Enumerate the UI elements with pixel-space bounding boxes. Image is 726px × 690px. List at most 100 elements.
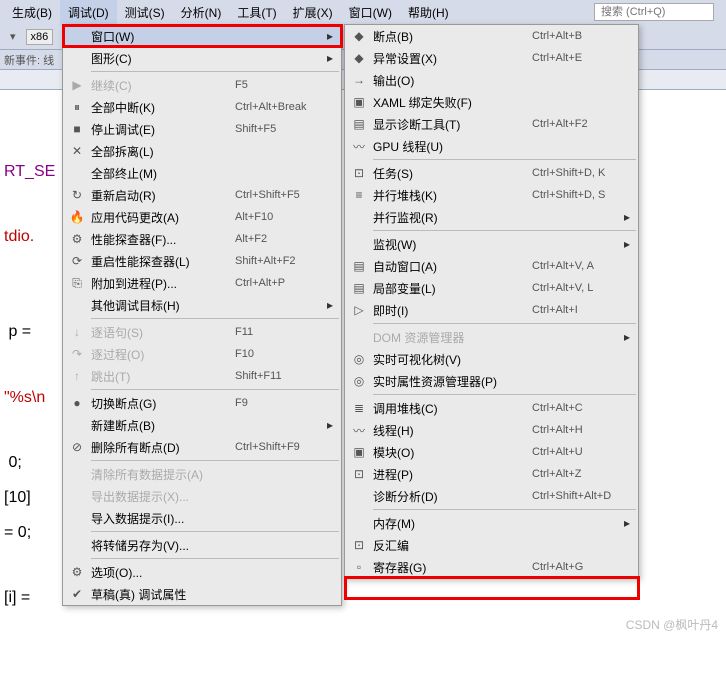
menu-item-shortcut: Ctrl+Alt+Break bbox=[235, 101, 325, 113]
code-editor[interactable]: RT_SE tdio. p = "%s\n 0; [10] = 0; [i] = bbox=[0, 90, 65, 690]
menu-item-label: 将转储另存为(V)... bbox=[87, 537, 235, 554]
menu-item[interactable]: 图形(C)▸ bbox=[63, 47, 341, 69]
menu-item-label: 重启性能探查器(L) bbox=[87, 253, 235, 270]
menu-item[interactable]: 内存(M)▸ bbox=[345, 512, 638, 534]
menu-item[interactable]: ◆断点(B)Ctrl+Alt+B bbox=[345, 25, 638, 47]
menu-item-label: 逐语句(S) bbox=[87, 324, 235, 341]
code-line: 0; bbox=[4, 445, 61, 480]
menu-item-label: 新建断点(B) bbox=[87, 417, 235, 434]
menu-help[interactable]: 帮助(H) bbox=[400, 0, 457, 25]
menu-item: ▶继续(C)F5 bbox=[63, 74, 341, 96]
menu-item-label: GPU 线程(U) bbox=[369, 138, 532, 155]
submenu-arrow-icon: ▸ bbox=[325, 298, 335, 312]
menu-item[interactable]: ⊡任务(S)Ctrl+Shift+D, K bbox=[345, 162, 638, 184]
code-line: RT_SE bbox=[4, 154, 61, 189]
menu-item[interactable]: ◎实时可视化树(V) bbox=[345, 348, 638, 370]
code-line: tdio. bbox=[4, 219, 61, 254]
menu-item-shortcut: Ctrl+Alt+P bbox=[235, 277, 325, 289]
menu-item-label: 内存(M) bbox=[369, 515, 532, 532]
menu-item[interactable]: →输出(O) bbox=[345, 69, 638, 91]
menu-item-icon: 🔥 bbox=[67, 210, 87, 224]
menu-item[interactable]: 🔥应用代码更改(A)Alt+F10 bbox=[63, 206, 341, 228]
search-input[interactable] bbox=[594, 3, 714, 21]
menu-item[interactable]: ⚙选项(O)... bbox=[63, 561, 341, 583]
menu-item[interactable]: ⟳重启性能探查器(L)Shift+Alt+F2 bbox=[63, 250, 341, 272]
menu-build[interactable]: 生成(B) bbox=[4, 0, 60, 25]
menu-item-label: 切换断点(G) bbox=[87, 395, 235, 412]
menu-item-label: 模块(O) bbox=[369, 444, 532, 461]
menu-item[interactable]: ⊘删除所有断点(D)Ctrl+Shift+F9 bbox=[63, 436, 341, 458]
menu-item[interactable]: 诊断分析(D)Ctrl+Shift+Alt+D bbox=[345, 485, 638, 507]
menu-item-shortcut: Alt+F10 bbox=[235, 211, 325, 223]
menu-item-icon: ▤ bbox=[349, 281, 369, 295]
menu-window[interactable]: 窗口(W) bbox=[341, 0, 400, 25]
menu-item-label: 输出(O) bbox=[369, 72, 532, 89]
menu-test[interactable]: 测试(S) bbox=[117, 0, 173, 25]
menu-item-label: 实时可视化树(V) bbox=[369, 351, 532, 368]
menu-item-icon: ↑ bbox=[67, 369, 87, 383]
menu-item-icon: ↻ bbox=[67, 188, 87, 202]
menu-item[interactable]: ⎘附加到进程(P)...Ctrl+Alt+P bbox=[63, 272, 341, 294]
menu-tools[interactable]: 工具(T) bbox=[229, 0, 284, 25]
menu-item[interactable]: ▤显示诊断工具(T)Ctrl+Alt+F2 bbox=[345, 113, 638, 135]
menu-item[interactable]: ⚙性能探查器(F)...Alt+F2 bbox=[63, 228, 341, 250]
menu-item-icon: → bbox=[349, 73, 369, 87]
toolbar-dropdown-arrow-icon[interactable]: ▾ bbox=[4, 28, 22, 45]
menu-item-label: 并行监视(R) bbox=[369, 209, 532, 226]
menu-item[interactable]: 〰线程(H)Ctrl+Alt+H bbox=[345, 419, 638, 441]
menu-item[interactable]: ▣XAML 绑定失败(F) bbox=[345, 91, 638, 113]
menu-item[interactable]: ■停止调试(E)Shift+F5 bbox=[63, 118, 341, 140]
menu-item[interactable]: ⏸全部中断(K)Ctrl+Alt+Break bbox=[63, 96, 341, 118]
menu-item-icon: ⚙ bbox=[67, 232, 87, 246]
menu-item[interactable]: ▤自动窗口(A)Ctrl+Alt+V, A bbox=[345, 255, 638, 277]
menu-item[interactable]: 并行监视(R)▸ bbox=[345, 206, 638, 228]
menu-item-label: 草稿(真) 调试属性 bbox=[87, 586, 235, 603]
menu-item-icon: ◆ bbox=[349, 51, 369, 65]
menu-item[interactable]: 其他调试目标(H)▸ bbox=[63, 294, 341, 316]
submenu-arrow-icon: ▸ bbox=[622, 330, 632, 344]
menu-item-label: XAML 绑定失败(F) bbox=[369, 94, 532, 111]
menu-item-label: 进程(P) bbox=[369, 466, 532, 483]
menu-item[interactable]: ●切换断点(G)F9 bbox=[63, 392, 341, 414]
menu-item[interactable]: ⊡反汇编 bbox=[345, 534, 638, 556]
menu-item[interactable]: 全部终止(M) bbox=[63, 162, 341, 184]
menu-item[interactable]: 监视(W)▸ bbox=[345, 233, 638, 255]
menu-item[interactable]: ✕全部拆离(L) bbox=[63, 140, 341, 162]
menu-item[interactable]: 新建断点(B)▸ bbox=[63, 414, 341, 436]
menu-separator bbox=[373, 394, 636, 395]
menu-item-label: 并行堆栈(K) bbox=[369, 187, 532, 204]
menu-item[interactable]: 将转储另存为(V)... bbox=[63, 534, 341, 556]
menu-item-label: 实时属性资源管理器(P) bbox=[369, 373, 532, 390]
menu-separator bbox=[91, 558, 339, 559]
menu-item[interactable]: ≣调用堆栈(C)Ctrl+Alt+C bbox=[345, 397, 638, 419]
menu-item[interactable]: ✔草稿(真) 调试属性 bbox=[63, 583, 341, 605]
menu-extensions[interactable]: 扩展(X) bbox=[285, 0, 341, 25]
menu-item[interactable]: ⊡进程(P)Ctrl+Alt+Z bbox=[345, 463, 638, 485]
menu-item[interactable]: ▤局部变量(L)Ctrl+Alt+V, L bbox=[345, 277, 638, 299]
menu-item[interactable]: ▷即时(I)Ctrl+Alt+I bbox=[345, 299, 638, 321]
menu-item-icon: ▷ bbox=[349, 303, 369, 317]
menu-item-shortcut: Shift+Alt+F2 bbox=[235, 255, 325, 267]
menu-item[interactable]: 〰GPU 线程(U) bbox=[345, 135, 638, 157]
menu-item-label: 线程(H) bbox=[369, 422, 532, 439]
menu-item[interactable]: ≡并行堆栈(K)Ctrl+Shift+D, S bbox=[345, 184, 638, 206]
platform-dropdown[interactable]: x86 bbox=[26, 29, 54, 45]
menu-item-icon: ◎ bbox=[349, 374, 369, 388]
menu-item[interactable]: 窗口(W)▸ bbox=[63, 25, 341, 47]
menu-item[interactable]: ◆异常设置(X)Ctrl+Alt+E bbox=[345, 47, 638, 69]
menu-item-label: 即时(I) bbox=[369, 302, 532, 319]
menu-item[interactable]: ▫寄存器(G)Ctrl+Alt+G bbox=[345, 556, 638, 578]
menu-item[interactable]: ◎实时属性资源管理器(P) bbox=[345, 370, 638, 392]
menu-item-icon: ⊡ bbox=[349, 166, 369, 180]
menu-item-label: 监视(W) bbox=[369, 236, 532, 253]
menu-item[interactable]: ↻重新启动(R)Ctrl+Shift+F5 bbox=[63, 184, 341, 206]
menu-debug[interactable]: 调试(D) bbox=[60, 0, 117, 25]
menu-item-label: 重新启动(R) bbox=[87, 187, 235, 204]
menu-item-label: 全部中断(K) bbox=[87, 99, 235, 116]
menu-separator bbox=[91, 460, 339, 461]
menu-item[interactable]: 导入数据提示(I)... bbox=[63, 507, 341, 529]
menu-item-label: 寄存器(G) bbox=[369, 559, 532, 576]
menu-analyze[interactable]: 分析(N) bbox=[173, 0, 230, 25]
menu-separator bbox=[91, 71, 339, 72]
menu-item[interactable]: ▣模块(O)Ctrl+Alt+U bbox=[345, 441, 638, 463]
